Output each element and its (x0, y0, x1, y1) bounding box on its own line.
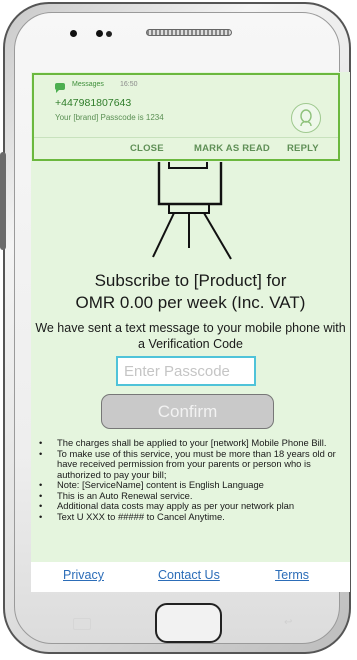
front-camera-icon (96, 30, 103, 37)
page-title-line2: OMR 0.00 per week (Inc. VAT) (75, 293, 306, 312)
sms-notification[interactable]: Messages 16:50 +447981807643 Your [brand… (32, 73, 340, 161)
earpiece-speaker (146, 29, 232, 36)
notification-time: 16:50 (120, 81, 138, 88)
page-title-line1: Subscribe to [Product] for (94, 271, 287, 290)
privacy-link[interactable]: Privacy (63, 568, 104, 582)
footer-links: Privacy Contact Us Terms (31, 562, 350, 592)
terms-item: Additional data costs may apply as per y… (37, 500, 347, 512)
home-button[interactable] (155, 603, 222, 643)
terms-list: The charges shall be applied to your [ne… (37, 437, 347, 523)
notification-sender: +447981807643 (55, 97, 132, 109)
menu-key-icon[interactable] (73, 618, 91, 630)
terms-item: The charges shall be applied to your [ne… (37, 437, 347, 449)
side-button[interactable] (0, 152, 6, 250)
notification-divider (34, 137, 338, 138)
terms-item: Text U XXX to ##### to Cancel Anytime. (37, 511, 347, 523)
terms-item: Note: [ServiceName] content is English L… (37, 479, 347, 491)
info-text: We have sent a text message to your mobi… (35, 321, 346, 351)
sensor-icon (70, 30, 77, 37)
passcode-input[interactable] (116, 356, 256, 386)
reply-button[interactable]: REPLY (287, 143, 319, 154)
notification-close-button[interactable]: CLOSE (130, 143, 164, 154)
terms-link[interactable]: Terms (275, 568, 309, 582)
confirm-button[interactable]: Confirm (101, 394, 274, 429)
easel-illustration-icon (152, 162, 232, 260)
person-icon (300, 109, 312, 127)
light-sensor-icon (106, 31, 112, 37)
terms-item: To make use of this service, you must be… (37, 448, 347, 481)
back-key-icon[interactable]: ↩ (284, 617, 298, 628)
notification-text: Your [brand] Passcode is 1234 (55, 113, 164, 122)
mark-as-read-button[interactable]: MARK AS READ (194, 143, 270, 154)
contact-us-link[interactable]: Contact Us (158, 568, 220, 582)
notification-app-name: Messages (72, 81, 104, 88)
message-bubble-icon (55, 83, 65, 93)
contact-avatar (291, 103, 321, 133)
